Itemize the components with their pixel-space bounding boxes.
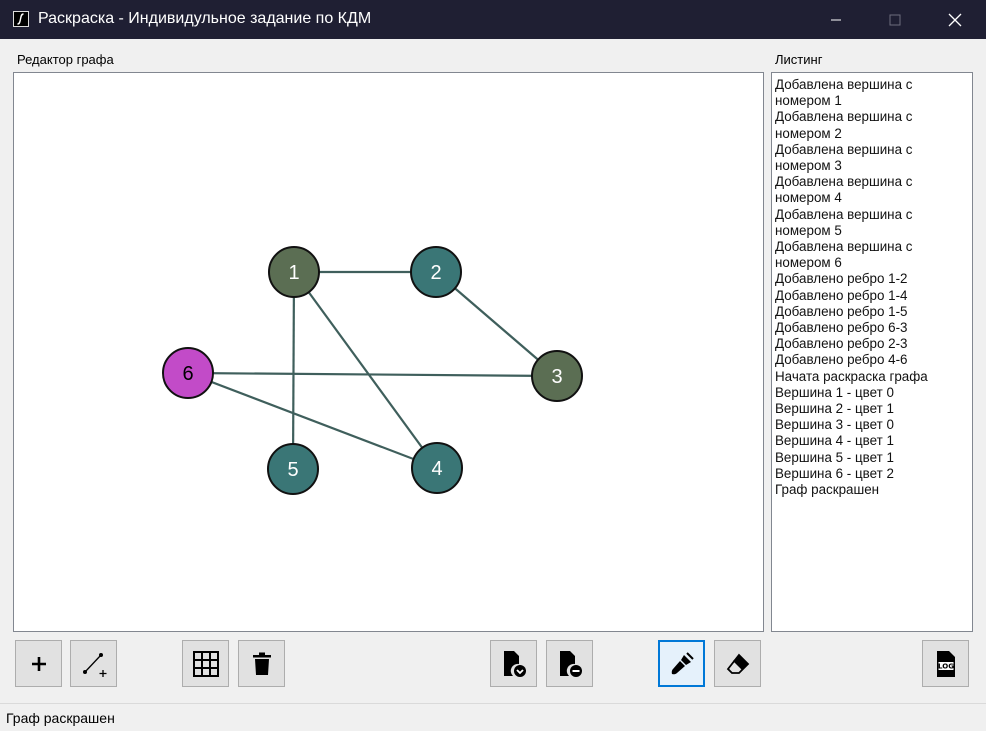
edge-1-4[interactable] — [293, 271, 438, 469]
listing-line: номером 3 — [775, 158, 842, 174]
listing-line: Добавлено ребро 1-2 — [775, 271, 908, 287]
trash-icon — [252, 652, 271, 675]
listing-line: номером 2 — [775, 125, 842, 141]
add-vertex-button[interactable] — [15, 640, 62, 687]
vertex-label: 1 — [288, 262, 299, 284]
edge-add-icon — [82, 652, 106, 677]
vertex-label: 5 — [287, 459, 298, 481]
vertex-label: 4 — [431, 458, 442, 480]
minimize-button[interactable] — [813, 0, 859, 39]
listing-line: Вершина 2 - цвет 1 — [775, 401, 894, 417]
listing-line: Добавлена вершина с — [775, 109, 913, 125]
vertex-label: 2 — [430, 262, 441, 284]
vertex-1[interactable]: 1 — [268, 246, 320, 298]
grid-button[interactable] — [182, 640, 229, 687]
maximize-button[interactable] — [872, 0, 918, 39]
graph-editor-canvas[interactable]: 1 2 3 4 5 6 — [13, 72, 764, 632]
listing-line: Вершина 4 - цвет 1 — [775, 433, 894, 449]
window-title: Раскраска - Индивидульное задание по КДМ — [38, 10, 372, 27]
svg-text:LOG: LOG — [938, 662, 954, 670]
vertex-label: 6 — [182, 363, 193, 385]
log-button[interactable]: LOG — [922, 640, 969, 687]
edge-6-3[interactable] — [187, 371, 558, 378]
listing-line: Добавлено ребро 2-3 — [775, 336, 908, 352]
graph-drawing[interactable]: 1 2 3 4 5 6 — [14, 73, 763, 631]
grid-icon — [192, 650, 219, 677]
listing-line: Добавлено ребро 4-6 — [775, 352, 908, 368]
vertex-6[interactable]: 6 — [162, 347, 214, 399]
listing-line: Начата раскраска графа — [775, 368, 928, 384]
listing-line: номером 4 — [775, 190, 842, 206]
listing-line: Добавлена вершина с — [775, 239, 913, 255]
listing-line: Граф раскрашен — [775, 482, 880, 498]
listing-line: номером 5 — [775, 222, 842, 238]
close-button[interactable] — [932, 0, 978, 39]
status-text: Граф раскрашен — [6, 710, 115, 726]
save-file-button[interactable] — [490, 640, 537, 687]
maximize-icon — [889, 14, 901, 25]
listing-line: Вершина 5 - цвет 1 — [775, 449, 894, 465]
editor-label: Редактор графа — [17, 52, 114, 67]
paint-button[interactable] — [658, 640, 705, 687]
delete-button[interactable] — [238, 640, 285, 687]
app-logo-icon — [13, 11, 29, 27]
file-download-icon — [503, 650, 526, 677]
listing-line: номером 6 — [775, 255, 842, 271]
listing-line: Добавлено ребро 1-5 — [775, 303, 908, 319]
title-bar: Раскраска - Индивидульное задание по КДМ — [0, 0, 986, 39]
listing-line: Вершина 6 - цвет 2 — [775, 465, 894, 481]
log-file-icon: LOG — [936, 650, 955, 677]
close-icon — [948, 13, 962, 26]
minimize-icon — [831, 19, 841, 20]
listing-line: Добавлена вершина с — [775, 141, 913, 157]
listing-line: Добавлена вершина с — [775, 174, 913, 190]
vertex-3[interactable]: 3 — [531, 350, 583, 402]
plus-icon — [31, 656, 46, 671]
listing-box[interactable]: Добавлена вершина с номером 1 Добавлена ве… — [771, 72, 973, 632]
listing-line: Добавлена вершина с — [775, 77, 913, 92]
listing-label: Листинг — [775, 52, 823, 67]
vertex-5[interactable]: 5 — [267, 443, 319, 495]
listing-line: Добавлена вершина с — [775, 206, 913, 222]
listing-line: Добавлено ребро 6-3 — [775, 320, 908, 336]
listing-line: номером 1 — [775, 93, 842, 109]
listing-line: Вершина 1 - цвет 0 — [775, 384, 894, 400]
brush-icon — [671, 651, 694, 674]
erase-button[interactable] — [714, 640, 761, 687]
eraser-icon — [726, 653, 749, 674]
file-upload-icon — [559, 650, 582, 677]
listing-line: Добавлено ребро 1-4 — [775, 287, 908, 303]
vertex-2[interactable]: 2 — [410, 246, 462, 298]
add-edge-button[interactable] — [70, 640, 117, 687]
vertex-label: 3 — [551, 366, 562, 388]
open-file-button[interactable] — [546, 640, 593, 687]
listing-line: Вершина 3 - цвет 0 — [775, 417, 894, 433]
edge-1-5[interactable] — [291, 271, 296, 470]
status-bar: Граф раскрашен — [0, 703, 986, 731]
vertex-4[interactable]: 4 — [411, 442, 463, 494]
